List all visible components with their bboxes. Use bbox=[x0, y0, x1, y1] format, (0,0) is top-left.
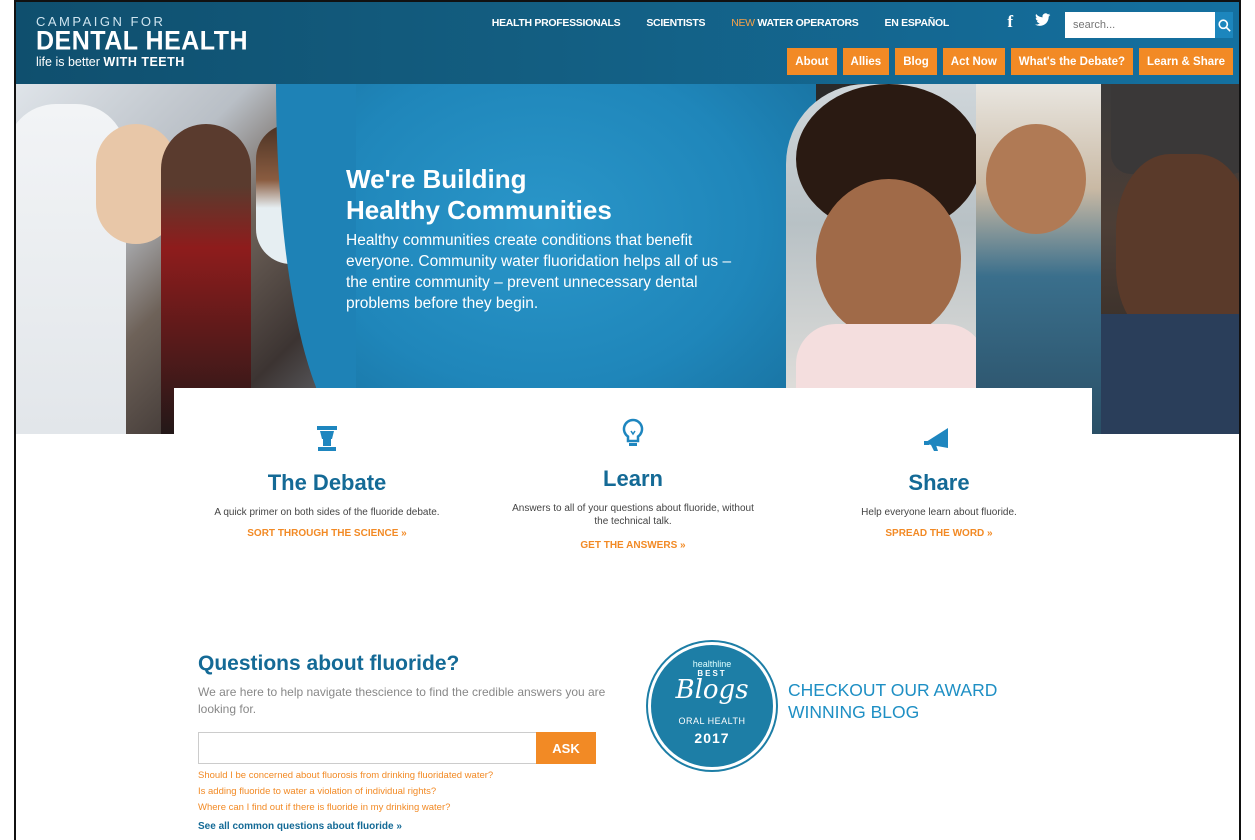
hero-photo-child bbox=[786, 84, 986, 434]
feature-cards: The Debate A quick primer on both sides … bbox=[174, 388, 1092, 551]
search-icon bbox=[1217, 18, 1231, 32]
hero-title-line2: Healthy Communities bbox=[346, 195, 612, 225]
social-links: f bbox=[1007, 12, 1051, 32]
questions-title: Questions about fluoride? bbox=[198, 652, 460, 675]
question-links: Should I be concerned about fluorosis fr… bbox=[198, 768, 618, 835]
card-title: Learn bbox=[603, 466, 663, 491]
card-desc: Help everyone learn about fluoride. bbox=[861, 507, 1017, 518]
healthline-award-badge[interactable]: healthline BEST Blogs ORAL HEALTH 2017 bbox=[648, 642, 776, 770]
podium-icon bbox=[174, 422, 480, 454]
card-desc: Answers to all of your questions about f… bbox=[512, 503, 754, 527]
hero-photo-man-grilling bbox=[976, 84, 1106, 434]
card-share: Share Help everyone learn about fluoride… bbox=[786, 388, 1092, 548]
card-title: The Debate bbox=[267, 470, 387, 495]
questions-intro: We are here to help navigate thescience … bbox=[198, 685, 606, 716]
card-link-spread-word[interactable]: SPREAD THE WORD » bbox=[786, 528, 1092, 539]
tagline-prefix: life is better bbox=[36, 55, 100, 69]
ask-form: ASK bbox=[198, 732, 618, 764]
hero-body: Healthy communities create conditions th… bbox=[346, 232, 732, 312]
hero-text: We're Building Healthy Communities Healt… bbox=[346, 164, 746, 314]
search-box bbox=[1065, 12, 1233, 38]
badge-brand: healthline bbox=[692, 659, 732, 669]
card-debate: The Debate A quick primer on both sides … bbox=[174, 388, 480, 548]
twitter-icon[interactable] bbox=[1035, 12, 1051, 32]
lightbulb-icon bbox=[480, 418, 786, 450]
nav-learn-share[interactable]: Learn & Share bbox=[1139, 48, 1233, 75]
top-link-espanol[interactable]: EN ESPAÑOL bbox=[885, 17, 950, 29]
megaphone-icon bbox=[786, 422, 1092, 454]
search-button[interactable] bbox=[1215, 12, 1233, 38]
nav-about[interactable]: About bbox=[787, 48, 837, 75]
nav-allies[interactable]: Allies bbox=[842, 48, 890, 75]
questions-section: Questions about fluoride? We are here to… bbox=[198, 652, 618, 835]
new-badge: NEW bbox=[731, 17, 755, 29]
hero-title-line1: We're Building bbox=[346, 164, 527, 194]
top-nav: HEALTH PROFESSIONALS SCIENTISTS NEW WATE… bbox=[492, 17, 950, 29]
award-blog-link[interactable]: CHECKOUT OUR AWARD WINNING BLOG bbox=[788, 679, 1048, 723]
card-desc: A quick primer on both sides of the fluo… bbox=[214, 507, 440, 518]
top-link-water-operators[interactable]: NEW WATER OPERATORS bbox=[731, 17, 859, 29]
nav-blog[interactable]: Blog bbox=[895, 48, 937, 75]
hero-photo-elder bbox=[1101, 84, 1239, 434]
badge-category: ORAL HEALTH bbox=[678, 716, 746, 726]
page-frame: CAMPAIGN FOR DENTAL HEALTH life is bette… bbox=[14, 0, 1241, 840]
tagline-bold: WITH TEETH bbox=[103, 55, 185, 69]
site-header: CAMPAIGN FOR DENTAL HEALTH life is bette… bbox=[16, 2, 1239, 84]
ask-button[interactable]: ASK bbox=[536, 732, 596, 764]
main-nav: About Allies Blog Act Now What's the Deb… bbox=[787, 48, 1233, 75]
question-link[interactable]: Is adding fluoride to water a violation … bbox=[198, 784, 618, 800]
card-link-get-answers[interactable]: GET THE ANSWERS » bbox=[480, 540, 786, 551]
question-input[interactable] bbox=[198, 732, 536, 764]
top-link-health-professionals[interactable]: HEALTH PROFESSIONALS bbox=[492, 17, 621, 29]
card-learn: Learn Answers to all of your questions a… bbox=[480, 388, 786, 551]
logo-line2: DENTAL HEALTH bbox=[36, 25, 249, 57]
hero-banner: We're Building Healthy Communities Healt… bbox=[16, 84, 1239, 434]
search-input[interactable] bbox=[1065, 12, 1215, 38]
nav-act-now[interactable]: Act Now bbox=[942, 48, 1005, 75]
nav-whats-the-debate[interactable]: What's the Debate? bbox=[1010, 48, 1134, 75]
badge-blogs: Blogs bbox=[675, 675, 749, 705]
card-link-sort-science[interactable]: SORT THROUGH THE SCIENCE » bbox=[174, 528, 480, 539]
card-title: Share bbox=[908, 470, 970, 495]
hero-title: We're Building Healthy Communities bbox=[346, 164, 746, 226]
question-link[interactable]: Should I be concerned about fluorosis fr… bbox=[198, 768, 618, 784]
logo-tagline: life is better WITH TEETH bbox=[36, 55, 248, 69]
top-link-scientists[interactable]: SCIENTISTS bbox=[646, 17, 705, 29]
water-operators-label: WATER OPERATORS bbox=[757, 17, 859, 29]
site-logo[interactable]: CAMPAIGN FOR DENTAL HEALTH life is bette… bbox=[36, 14, 248, 69]
badge-year: 2017 bbox=[694, 730, 730, 746]
all-questions-link[interactable]: See all common questions about fluoride … bbox=[198, 819, 618, 835]
question-link[interactable]: Where can I find out if there is fluorid… bbox=[198, 800, 618, 816]
facebook-icon[interactable]: f bbox=[1007, 12, 1013, 32]
